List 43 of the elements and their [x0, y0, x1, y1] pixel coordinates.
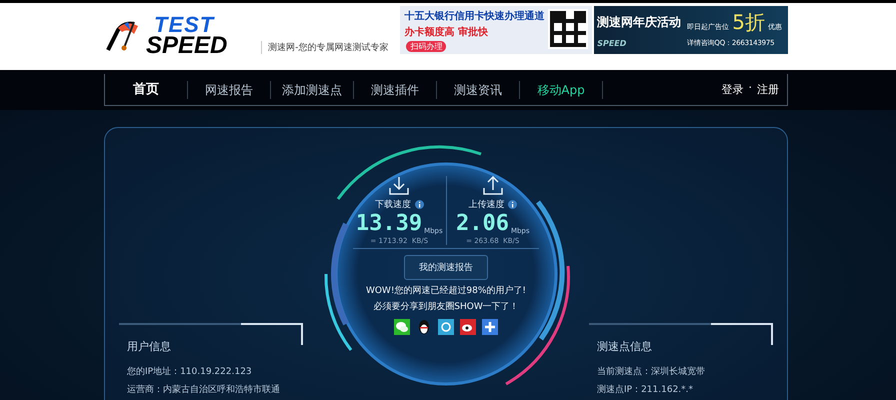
nav-tab[interactable]: 网速报告	[188, 80, 271, 98]
eye-icon[interactable]	[460, 319, 476, 335]
chat-bubbles-icon[interactable]	[394, 319, 410, 335]
ad-action: 扫码办理	[406, 41, 446, 52]
nav-tab[interactable]: 测速插件	[354, 80, 437, 98]
ad-subtitle: 办卡额度高 审批快	[404, 25, 489, 39]
logo-text: TEST SPEED	[146, 15, 228, 56]
share-message: 必须要分享到朋友圈SHOW一下了！	[373, 300, 519, 313]
corner-bracket	[711, 323, 773, 345]
ad-banner[interactable]: 十五大银行信用卡快速办理通道 办卡额度高 审批快 扫码办理	[400, 6, 592, 54]
register-link[interactable]: 注册	[757, 80, 779, 98]
info-line: 测速点IP：211.162.*.*	[597, 384, 694, 396]
report-button[interactable]: 我的测速报告	[404, 255, 488, 280]
speed-label: 下载速度	[374, 198, 411, 211]
ad-title: 十五大银行信用卡快速办理通道	[404, 10, 546, 23]
separator-dot: ·	[748, 80, 752, 96]
corner-bracket	[241, 323, 303, 345]
nav-tab[interactable]: 移动App	[520, 80, 603, 98]
download-icon	[388, 176, 410, 196]
info-line: 您的IP地址：110.19.222.123	[127, 366, 253, 378]
speed-value: 2.06	[456, 213, 509, 235]
info-title: 测速点信息	[597, 339, 653, 354]
ad-discount: 5折	[732, 12, 765, 32]
info-line: 运营商：内蒙古自治区呼和浩特市联通	[127, 384, 281, 396]
nav-tab[interactable]: 首页	[105, 80, 188, 98]
login-link[interactable]: 登录	[722, 80, 744, 98]
info-icon[interactable]	[508, 200, 518, 209]
ad-logo: SPEED	[597, 38, 628, 48]
speed-label: 上传速度	[468, 198, 504, 211]
penguin-icon[interactable]	[416, 319, 432, 335]
ad-title: 测速网年庆活动	[597, 14, 682, 30]
info-line: 当前测速点：深圳长城宽带	[597, 366, 706, 378]
info-title: 用户信息	[127, 339, 172, 354]
speed-value: 13.39	[356, 213, 422, 235]
ring-icon[interactable]	[438, 319, 454, 335]
upload-icon	[482, 176, 504, 196]
site-slogan: 测速网-您的专属网速测试专家	[261, 41, 388, 54]
info-icon[interactable]	[414, 200, 424, 209]
nav-tab[interactable]: 添加测速点	[271, 80, 354, 98]
plus-icon[interactable]	[482, 319, 498, 335]
share-message: WOW!您的网速已经超过98%的用户了!	[366, 284, 526, 297]
qr-code-icon	[548, 9, 588, 49]
nav-tab[interactable]: 测速资讯	[437, 80, 520, 98]
